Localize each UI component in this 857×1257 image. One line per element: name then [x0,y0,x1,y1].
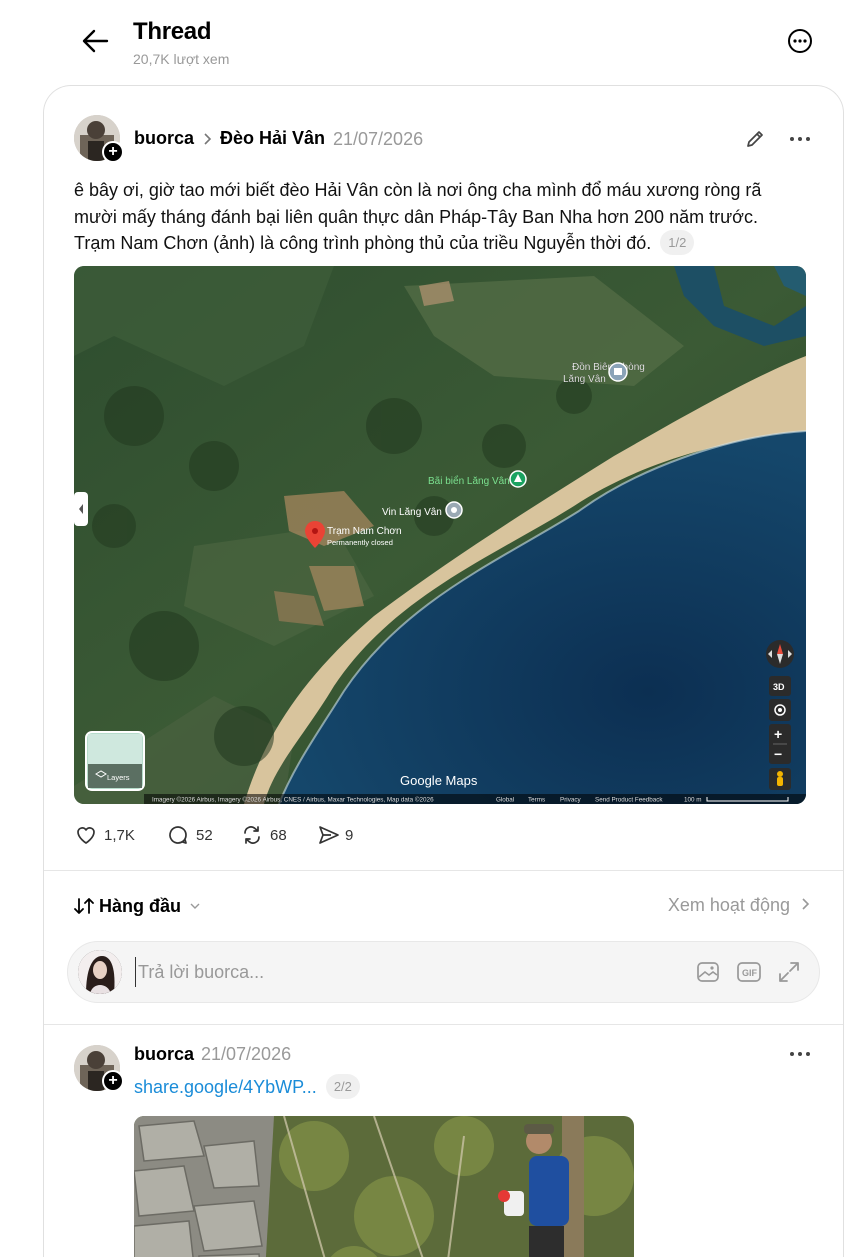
back-button[interactable] [80,27,110,55]
more-dots-icon[interactable] [789,1049,811,1059]
more-dots-icon[interactable] [789,134,811,144]
repost-count: 68 [270,827,287,844]
sort-label: Hàng đầu [99,896,182,916]
activity-label: Xem hoạt động [667,895,790,915]
arrow-left-icon [82,29,109,53]
layers-label: Layers [107,773,130,782]
post2-date: 21/07/2026 [201,1044,292,1064]
post2-photo[interactable] [134,1116,634,1257]
gif-icon[interactable]: GIF [736,959,762,985]
pin-title[interactable]: Trạm Nam Chơn [327,526,402,537]
map-image[interactable]: Đồn Biên Phòng Lăng Vân Bãi biển Lăng Vâ… [74,266,806,804]
edit-pencil-icon[interactable] [744,128,766,150]
more-circle-icon [788,29,812,53]
svg-text:Terms: Terms [528,797,545,804]
expand-icon[interactable] [776,959,802,985]
post-body: ê bây ơi, giờ tao mới biết đèo Hải Vân c… [74,177,794,257]
post-topic[interactable]: Đèo Hải Vân [220,128,325,149]
view-count: 20,7K lượt xem [133,51,230,67]
page-indicator: 2/2 [325,1074,360,1099]
page-indicator: 1/2 [660,230,695,255]
follow-plus-icon[interactable]: + [102,141,124,163]
svg-text:3D: 3D [773,682,785,692]
zoom-in-button[interactable]: + [774,726,782,742]
follow-plus-icon[interactable]: + [102,1070,124,1092]
chevron-right-icon [802,898,810,910]
place-label-beach[interactable]: Bãi biển Lăng Vân [428,475,510,487]
google-maps-logo: Google Maps [400,773,478,788]
svg-text:Send Product Feedback: Send Product Feedback [595,797,663,804]
place-label-resort[interactable]: Vin Lăng Vân [382,507,442,518]
image-icon[interactable] [695,959,721,985]
sort-arrows-icon [74,898,94,914]
svg-text:Privacy: Privacy [560,797,581,804]
post2-username[interactable]: buorca [134,1044,194,1065]
more-options-button[interactable] [787,28,813,54]
post2-link-row: share.google/4YbWP... 2/2 [134,1074,360,1099]
post-date: 21/07/2026 [333,129,424,149]
chevron-right-icon [204,133,212,145]
send-icon [319,826,339,844]
post-username[interactable]: buorca [134,128,194,149]
divider [44,1024,843,1025]
page-title: Thread [133,18,212,45]
post-text: ê bây ơi, giờ tao mới biết đèo Hải Vân c… [74,180,762,253]
svg-text:GIF: GIF [742,968,758,978]
svg-text:Global: Global [496,797,514,804]
map-attribution: Imagery ©2026 Airbus, Imagery ©2026 Airb… [152,796,434,804]
reply-count: 52 [196,827,213,844]
thread-card: + buorca Đèo Hải Vân 21/07/2026 ê bây ơi… [43,85,844,1257]
view-activity-link[interactable]: Xem hoạt động [668,895,811,916]
divider [44,870,843,871]
share-link[interactable]: share.google/4YbWP... [134,1077,317,1097]
heart-icon [77,827,95,844]
current-user-avatar[interactable] [78,950,122,994]
share-count: 9 [345,827,354,844]
svg-text:Lăng Vân: Lăng Vân [563,374,606,385]
svg-text:100 m: 100 m [684,797,702,804]
zoom-out-button[interactable]: − [774,746,782,762]
reply-input[interactable] [135,957,635,987]
comment-icon [169,826,187,844]
thread-header: Thread 20,7K lượt xem [0,0,857,80]
svg-text:Permanently closed: Permanently closed [327,538,393,547]
like-count: 1,7K [104,827,135,844]
repost-icon [244,826,260,844]
reply-composer: GIF [67,941,820,1003]
chevron-down-icon [190,903,200,909]
